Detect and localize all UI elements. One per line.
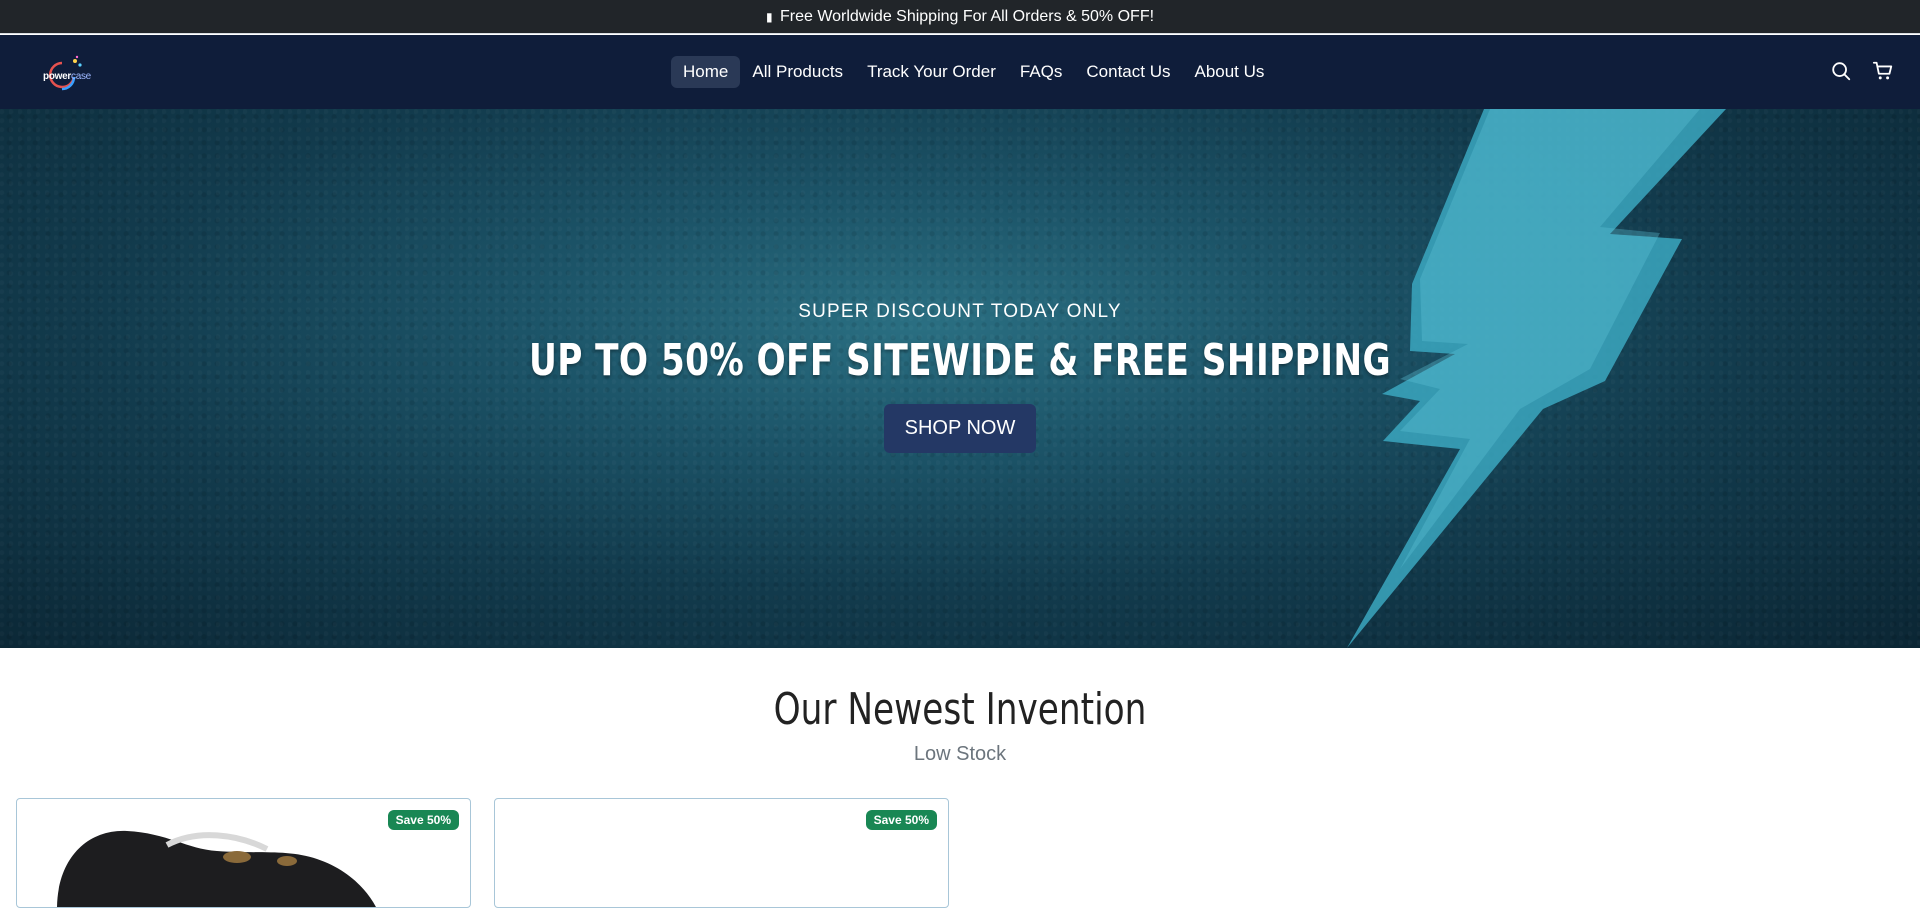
nav-about-us[interactable]: About Us	[1182, 56, 1276, 88]
nav-contact-us[interactable]: Contact Us	[1074, 56, 1182, 88]
section-title: Our Newest Invention	[773, 684, 1147, 735]
nav-home[interactable]: Home	[671, 56, 741, 88]
main-nav: Home All Products Track Your Order FAQs …	[671, 56, 1276, 88]
section-subtitle: Low Stock	[913, 743, 1007, 765]
bolt-icon: ▮	[765, 9, 773, 24]
save-badge: Save 50%	[865, 810, 937, 830]
save-badge: Save 50%	[387, 810, 459, 830]
logo-text: powercase	[43, 71, 91, 82]
hero-content: SUPER DISCOUNT TODAY ONLY UP TO 50% OFF …	[0, 301, 1920, 453]
product-card[interactable]: Save 50%	[494, 798, 949, 908]
hero-banner: SUPER DISCOUNT TODAY ONLY UP TO 50% OFF …	[0, 109, 1920, 648]
product-card[interactable]: Save 50%	[16, 798, 471, 908]
header-icons	[1830, 60, 1894, 82]
nav-all-products[interactable]: All Products	[740, 56, 855, 88]
shop-now-button[interactable]: SHOP NOW	[883, 404, 1037, 453]
cart-icon[interactable]	[1872, 60, 1894, 82]
logo[interactable]: powercase	[40, 53, 94, 91]
nav-track-order[interactable]: Track Your Order	[855, 56, 1008, 88]
announcement-text: Free Worldwide Shipping For All Orders &…	[779, 7, 1155, 25]
nav-faqs[interactable]: FAQs	[1008, 56, 1075, 88]
hero-title: UP TO 50% OFF SITEWIDE & FREE SHIPPING	[528, 335, 1392, 386]
navbar: powercase Home All Products Track Your O…	[0, 35, 1920, 109]
hero-kicker: SUPER DISCOUNT TODAY ONLY	[798, 301, 1122, 322]
search-icon[interactable]	[1830, 60, 1852, 82]
announcement-bar: ▮ Free Worldwide Shipping For All Orders…	[0, 0, 1920, 34]
